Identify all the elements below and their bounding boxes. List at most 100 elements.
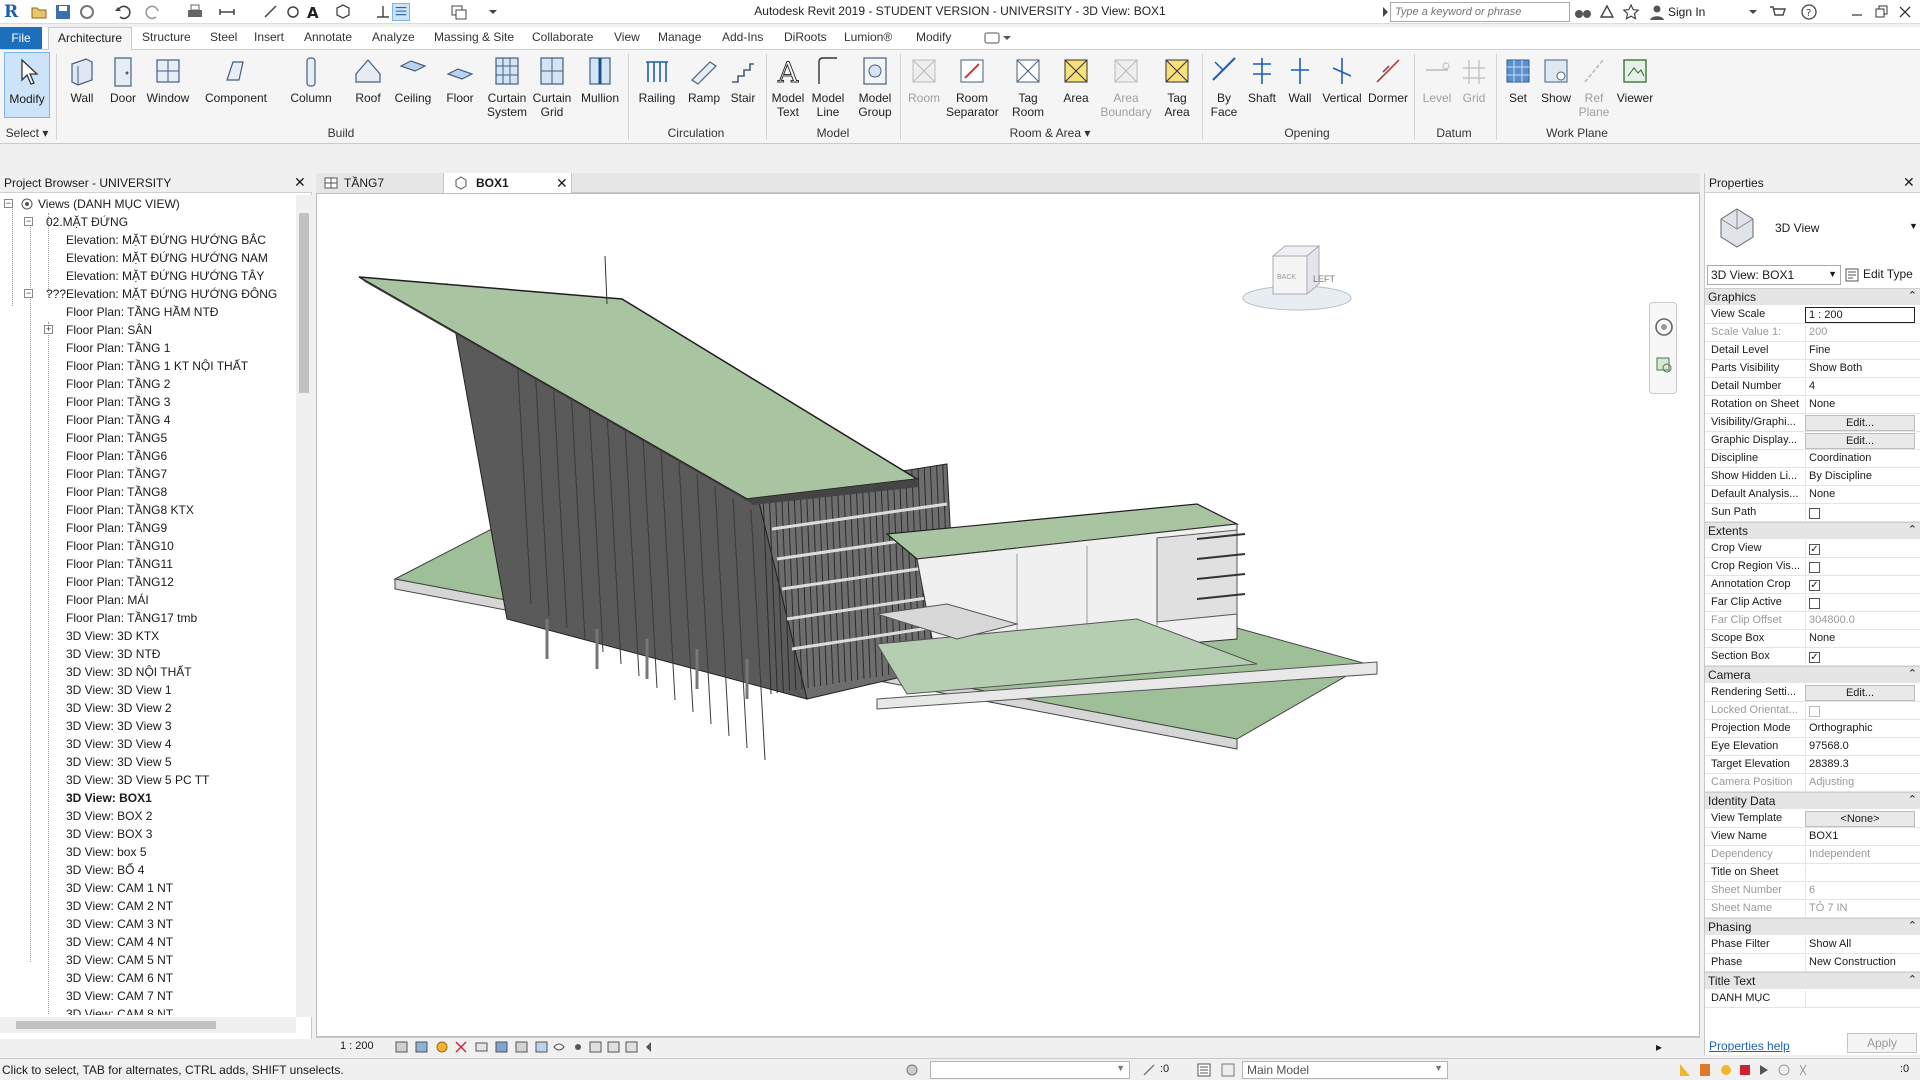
thin-lines-icon[interactable] [392,3,410,21]
view-hscroll-right-icon[interactable]: ▸ [1656,1040,1670,1054]
tab-annotate[interactable]: Annotate [304,30,352,44]
print-icon[interactable] [186,3,204,21]
column-button[interactable]: Column [286,52,336,105]
tab-manage[interactable]: Manage [658,30,701,44]
collapse-group-icon[interactable]: ⌃ [1908,973,1917,986]
property-value[interactable]: New Construction [1805,955,1915,971]
active-model-select[interactable]: Main Model ▼ [1242,1061,1448,1079]
project-browser-horizontal-scrollbar[interactable] [0,1017,296,1033]
property-value[interactable]: Fine [1805,343,1915,359]
sync-icon[interactable] [78,3,96,21]
tab-view[interactable]: View [614,30,640,44]
curtain-grid-button[interactable]: Curtain Grid [530,52,574,119]
tag-room-button[interactable]: Tag Room [1004,52,1052,119]
property-value[interactable]: By Discipline [1805,469,1915,485]
help-icon[interactable]: ? [1800,3,1818,21]
subscription-center-icon[interactable] [1598,3,1616,21]
room-separator-button[interactable]: Room Separator [946,52,999,119]
revit-logo-icon[interactable]: R [4,2,22,22]
text-icon[interactable]: A [304,3,322,21]
editable-only-icon[interactable] [1142,1063,1158,1077]
property-value[interactable]: 4 [1805,379,1915,395]
property-checkbox[interactable] [1809,562,1820,573]
expand-icon[interactable]: + [44,325,53,334]
help-search-input[interactable] [1390,2,1570,22]
scrollbar-thumb[interactable] [299,213,309,393]
view-cube[interactable]: LEFT BACK [1237,236,1357,316]
property-value[interactable]: BOX1 [1805,829,1915,845]
property-edit-button[interactable]: <None> [1805,811,1915,827]
3d-viewport[interactable]: LEFT BACK [316,193,1700,1037]
tab-collaborate[interactable]: Collaborate [532,30,593,44]
property-group-header[interactable]: Identity Data ⌃ [1705,792,1920,809]
property-edit-button[interactable]: Edit... [1805,433,1915,449]
restore-icon[interactable] [1872,3,1890,21]
favorites-star-icon[interactable] [1622,3,1640,21]
property-value[interactable]: Coordination [1805,451,1915,467]
save-icon[interactable] [54,3,72,21]
collapse-icon[interactable]: − [24,217,33,226]
component-button[interactable]: Component [200,52,272,105]
tab-insert[interactable]: Insert [254,30,284,44]
model-text-button[interactable]: A Model Text [768,52,808,120]
collapse-group-icon[interactable]: ⌃ [1908,667,1917,680]
project-browser-vertical-scrollbar[interactable] [296,195,312,1017]
opening-by-face-button[interactable]: By Face [1206,52,1242,119]
mullion-button[interactable]: Mullion [578,52,622,105]
panel-label-room-area[interactable]: Room & Area ▾ [900,126,1200,140]
scrollbar-thumb[interactable] [16,1021,216,1029]
tag-area-button[interactable]: Tag Area [1158,52,1196,119]
ref-plane-button[interactable]: Ref Plane [1576,52,1612,119]
wall-button[interactable]: Wall [62,52,102,105]
switch-windows-icon[interactable] [450,3,468,21]
ceiling-button[interactable]: Ceiling [390,52,436,105]
project-browser-close-icon[interactable]: ✕ [294,174,306,191]
property-group-header[interactable]: Camera ⌃ [1705,666,1920,683]
property-edit-button[interactable]: Edit... [1805,415,1915,431]
undo-icon[interactable] [114,3,132,21]
collapse-group-icon[interactable]: ⌃ [1908,919,1917,932]
viewer-button[interactable]: Viewer [1614,52,1656,105]
property-group-header[interactable]: Phasing ⌃ [1705,918,1920,935]
collapse-group-icon[interactable]: ⌃ [1908,793,1917,806]
aligned-dimension-icon[interactable] [262,3,280,21]
grid-button[interactable]: Grid [1456,52,1492,105]
ribbon-minimize-toggle-icon[interactable] [984,31,1012,45]
model-group-button[interactable]: Model Group [854,52,896,119]
collapse-icon[interactable]: − [4,199,13,208]
dormer-button[interactable]: Dormer [1366,52,1410,105]
area-boundary-button[interactable]: Area Boundary [1098,52,1154,119]
model-line-button[interactable]: Model Line [808,52,848,119]
type-selector[interactable]: 3D View ▼ [1705,195,1920,259]
roof-button[interactable]: Roof [348,52,388,105]
sign-in-link[interactable]: Sign In [1668,5,1705,19]
set-work-plane-button[interactable]: Set [1500,52,1536,105]
properties-close-icon[interactable]: ✕ [1903,174,1915,191]
collapse-group-icon[interactable]: ⌃ [1908,289,1917,302]
zoom-region-icon[interactable] [1654,355,1674,375]
redo-icon[interactable] [144,3,162,21]
tab-steel[interactable]: Steel [210,30,237,44]
area-button[interactable]: Area [1058,52,1094,105]
tab-modify[interactable]: Modify [916,30,951,44]
property-edit-button[interactable]: Edit... [1805,685,1915,701]
property-value[interactable] [1805,865,1915,881]
vertical-opening-button[interactable]: Vertical [1320,52,1364,105]
user-icon[interactable] [1648,3,1666,21]
wall-opening-button[interactable]: Wall [1282,52,1318,105]
tab-architecture[interactable]: Architecture [48,27,132,50]
tab-structure[interactable]: Structure [142,30,191,44]
customize-qat-icon[interactable] [484,3,502,21]
type-dropdown-icon[interactable]: ▼ [1909,221,1918,231]
property-group-header[interactable]: Title Text ⌃ [1705,972,1920,989]
property-checkbox[interactable]: ✓ [1809,544,1820,555]
tab-analyze[interactable]: Analyze [372,30,415,44]
workset-select[interactable]: ▼ [930,1061,1130,1079]
tab-diroots[interactable]: DiRoots [784,30,827,44]
property-checkbox[interactable] [1809,598,1820,609]
collapse-group-icon[interactable]: ⌃ [1908,523,1917,536]
ramp-button[interactable]: Ramp [684,52,724,105]
steering-wheel-icon[interactable] [1654,317,1674,337]
exclude-options-icon[interactable] [1220,1062,1236,1078]
tab-file[interactable]: File [0,27,42,49]
